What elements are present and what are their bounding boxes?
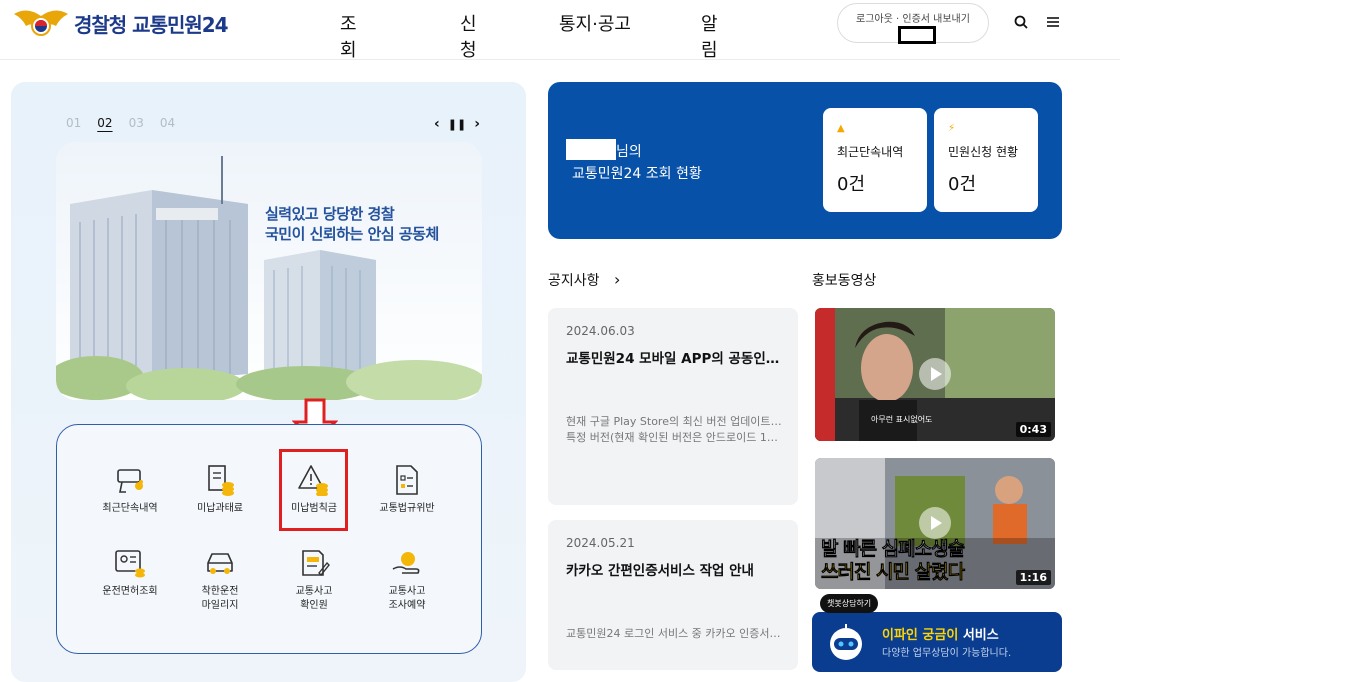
menu-label: 운전면허조회	[102, 586, 158, 597]
header: 경찰청 교통민원24 조회 신청 통지·공고 알림 로그아웃 · 인증서 내보내…	[0, 0, 1120, 62]
video-caption: 발 빠른 심폐소생술 쓰러진 시민 살렸다	[821, 538, 966, 584]
logout-cert-link[interactable]: 로그아웃 · 인증서 내보내기	[856, 14, 970, 25]
quick-menu-unpaid-fine[interactable]: 미납과태료	[175, 464, 265, 516]
annotation-highlight-box	[279, 449, 348, 531]
nav-alerts[interactable]: 알림	[701, 10, 718, 62]
logo-text: 경찰청 교통민원24	[74, 12, 229, 37]
menu-label: 교통법규위반	[379, 503, 435, 514]
menu-label-2: 조사예약	[388, 600, 426, 611]
redacted-box	[898, 26, 936, 44]
menu-label: 미납과태료	[197, 503, 243, 514]
nav-apply[interactable]: 신청	[460, 10, 477, 62]
camera-icon	[117, 469, 143, 493]
prev-icon[interactable]: ‹	[434, 116, 440, 132]
notice-desc-line: 특정 버전(현재 확인된 버전은 안드로이드 14)에서	[566, 431, 784, 444]
chatbot-banner[interactable]: 이파인 궁금이 서비스 다양한 업무상담이 가능합니다.	[812, 612, 1062, 672]
notice-item-title: 교통민원24 모바일 APP의 공동인증서 로그인 변경 안내	[566, 351, 786, 367]
status-greeting: 님의 교통민원24 조회 현황	[566, 139, 702, 185]
quick-menu-accident-reservation[interactable]: 교통사고 조사예약	[362, 547, 452, 613]
notice-title: 공지사항	[548, 273, 600, 289]
status-name-suffix: 님의	[616, 144, 642, 160]
video-caption-line-1: 발 빠른 심폐소생술	[821, 538, 966, 561]
menu-label-1: 교통사고	[295, 586, 333, 597]
menu-icon[interactable]	[1045, 14, 1061, 30]
police-hq-illustration	[56, 142, 482, 400]
notice-date: 2024.06.03	[566, 324, 635, 338]
search-icon[interactable]	[1013, 14, 1029, 30]
video-duration: 0:43	[1015, 422, 1051, 437]
video-caption: 아무런 표시없어도	[871, 415, 933, 424]
hero-banner[interactable]: 실력있고 당당한 경찰 국민이 신뢰하는 안심 공동체	[56, 142, 482, 400]
login-pill[interactable]: 로그아웃 · 인증서 내보내기	[837, 3, 989, 44]
redacted-name	[566, 139, 616, 160]
notice-desc: 현재 구글 Play Store의 최신 버전 업데이트가 진행되어 특정 버전…	[566, 414, 784, 446]
pause-icon[interactable]: ❚❚	[448, 116, 466, 132]
pager-item[interactable]: 04	[160, 116, 175, 130]
chatbot-title-rest: 서비스	[958, 628, 999, 643]
warning-icon: ▲	[837, 123, 845, 134]
license-card-icon	[115, 550, 145, 578]
robot-icon	[830, 624, 862, 660]
menu-label-2: 마일리지	[201, 600, 239, 611]
stat-recent-enforcement[interactable]: ▲ 최근단속내역 0건	[823, 108, 927, 212]
video-thumbnail[interactable]: 발 빠른 심폐소생술 쓰러진 시민 살렸다 1:16	[815, 458, 1055, 589]
stat-label: 민원신청 현황	[948, 145, 1019, 159]
pager-item-active[interactable]: 02	[97, 116, 112, 130]
quick-menu-box	[56, 424, 482, 654]
notice-card[interactable]: 2024.06.03 교통민원24 모바일 APP의 공동인증서 로그인 변경 …	[548, 308, 798, 505]
video-duration: 1:16	[1015, 570, 1051, 585]
quick-menu-license-inquiry[interactable]: 운전면허조회	[85, 547, 175, 599]
police-emblem-icon	[14, 10, 68, 36]
quick-menu-good-driving-mileage[interactable]: 착한운전 마일리지	[175, 547, 265, 613]
quick-menu-traffic-violation[interactable]: 교통법규위반	[362, 464, 452, 516]
pager-item[interactable]: 03	[129, 116, 144, 130]
nav-notice[interactable]: 통지·공고	[559, 10, 631, 36]
video-thumbnail[interactable]: 아무런 표시없어도 0:43	[815, 308, 1055, 441]
car-icon	[207, 553, 233, 574]
notice-desc-line: 교통민원24 로그인 서비스 중 카카오 인증서비스	[566, 627, 784, 640]
stat-application-status[interactable]: ⚡ 민원신청 현황 0건	[934, 108, 1038, 212]
chatbot-title: 이파인 궁금이 서비스	[882, 624, 999, 643]
status-subtitle: 교통민원24 조회 현황	[572, 166, 702, 182]
menu-label-2: 확인원	[300, 600, 328, 611]
hand-coin-icon	[392, 552, 420, 574]
notice-item-title: 카카오 간편인증서비스 작업 안내	[566, 563, 754, 579]
banner-line-1: 실력있고 당당한 경찰	[265, 205, 395, 223]
chevron-right-icon[interactable]: ›	[614, 270, 620, 289]
video-caption-line-2: 쓰러진 시민 살렸다	[821, 561, 966, 584]
lightning-icon: ⚡	[948, 123, 956, 134]
document-check-icon	[396, 465, 418, 495]
stat-value: 0건	[837, 174, 866, 195]
status-card: 님의 교통민원24 조회 현황 ▲ 최근단속내역 0건 ⚡ 민원신청 현황 0건	[548, 82, 1062, 239]
menu-label-1: 교통사고	[388, 586, 426, 597]
notice-desc-line: 현재 구글 Play Store의 최신 버전 업데이트가 진행되어	[566, 415, 784, 428]
document-pen-icon	[302, 550, 330, 577]
chatbot-subtitle: 다양한 업무상담이 가능합니다.	[882, 648, 1012, 659]
chatbot-title-highlight: 이파인 궁금이	[882, 628, 959, 643]
chatbot-bubble[interactable]: 챗봇상담하기	[820, 594, 879, 613]
site-logo[interactable]: 경찰청 교통민원24	[12, 4, 229, 42]
stat-value: 0건	[948, 174, 977, 195]
quick-menu-recent-enforcement[interactable]: 최근단속내역	[85, 464, 175, 516]
menu-label-1: 착한운전	[201, 586, 239, 597]
video-section-title: 홍보동영상	[812, 273, 877, 289]
notice-date: 2024.05.21	[566, 536, 635, 550]
slide-controls: ‹ ❚❚ ›	[434, 116, 480, 132]
quick-menu-accident-certificate[interactable]: 교통사고 확인원	[269, 547, 359, 613]
play-icon[interactable]	[919, 507, 951, 539]
pager-item[interactable]: 01	[66, 116, 81, 130]
next-icon[interactable]: ›	[474, 116, 480, 132]
banner-text: 실력있고 당당한 경찰 국민이 신뢰하는 안심 공동체	[265, 204, 439, 244]
banner-line-2: 국민이 신뢰하는 안심 공동체	[265, 225, 439, 243]
play-icon[interactable]	[919, 358, 951, 390]
receipt-coins-icon	[208, 465, 234, 496]
menu-label: 최근단속내역	[102, 503, 158, 514]
stat-label: 최근단속내역	[837, 145, 904, 159]
nav-inquiry[interactable]: 조회	[340, 10, 357, 62]
notice-section-title[interactable]: 공지사항 ›	[548, 270, 620, 290]
slide-pager: 01 02 03 04	[66, 116, 175, 130]
notice-desc: 교통민원24 로그인 서비스 중 카카오 인증서비스	[566, 626, 784, 642]
notice-card[interactable]: 2024.05.21 카카오 간편인증서비스 작업 안내 교통민원24 로그인 …	[548, 520, 798, 670]
